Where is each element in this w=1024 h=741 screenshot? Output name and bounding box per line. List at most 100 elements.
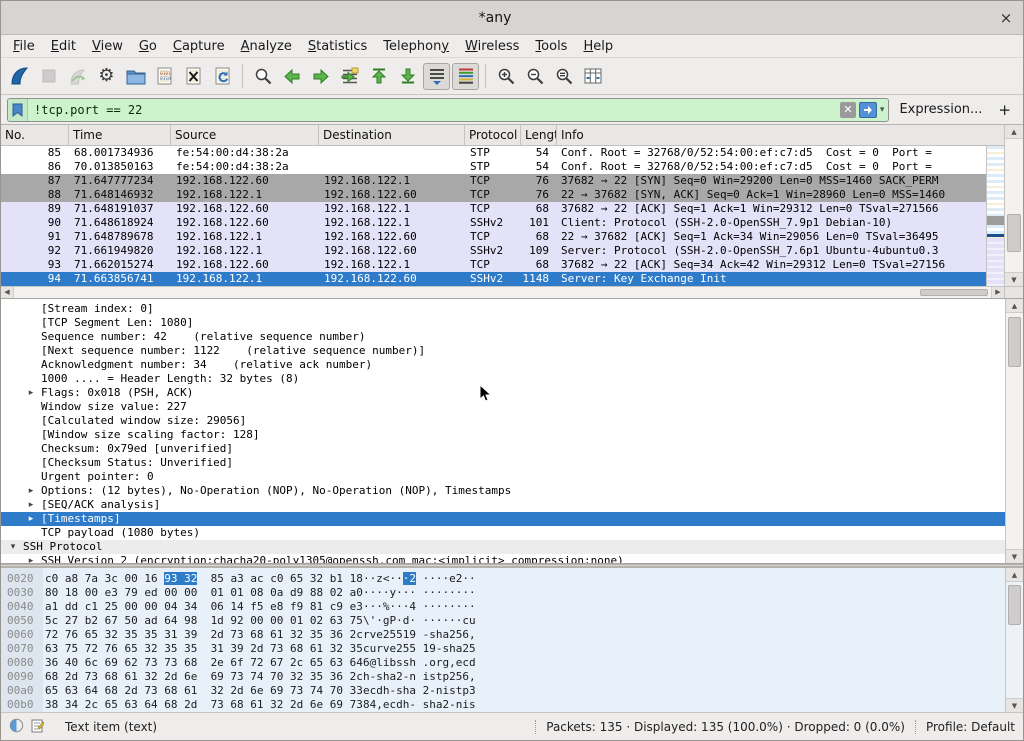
- packet-row[interactable]: 9071.648618924192.168.122.60192.168.122.…: [1, 216, 986, 230]
- collapsed-arrow-icon[interactable]: ▸: [25, 484, 37, 498]
- expanded-arrow-icon[interactable]: ▾: [7, 540, 19, 554]
- collapsed-arrow-icon[interactable]: ▸: [25, 498, 37, 512]
- packet-row[interactable]: 9171.648789678192.168.122.1192.168.122.6…: [1, 230, 986, 244]
- detail-row[interactable]: 1000 .... = Header Length: 32 bytes (8): [1, 372, 1005, 386]
- hex-row[interactable]: 00b038 34 2c 65 63 64 68 2d 73 68 61 32 …: [1, 698, 1005, 712]
- open-file-button[interactable]: [122, 63, 149, 90]
- collapsed-arrow-icon[interactable]: ▸: [25, 386, 37, 400]
- scroll-up-icon[interactable]: ▲: [1006, 299, 1023, 313]
- hex-row[interactable]: 0020c0 a8 7a 3c 00 16 93 32 85 a3 ac c0 …: [1, 572, 1005, 586]
- detail-row[interactable]: Acknowledgment number: 34 (relative ack …: [1, 358, 1005, 372]
- scroll-right-icon[interactable]: ▶: [991, 287, 1004, 298]
- scroll-down-icon[interactable]: ▼: [1006, 698, 1023, 712]
- menu-view[interactable]: View: [84, 37, 131, 56]
- hex-bytes[interactable]: 38 34 2c 65 63 64 68 2d 73 68 61 32 2d 6…: [45, 698, 363, 711]
- detail-row[interactable]: ▸[SEQ/ACK analysis]: [1, 498, 1005, 512]
- stop-capture-button[interactable]: [35, 63, 62, 90]
- packet-row[interactable]: 8670.013850163fe:54:00:d4:38:2aSTP54Conf…: [1, 160, 986, 174]
- detail-row[interactable]: ▸Options: (12 bytes), No-Operation (NOP)…: [1, 484, 1005, 498]
- column-header-destination[interactable]: Destination: [319, 125, 465, 145]
- hex-bytes[interactable]: 63 75 72 76 65 32 35 35 31 39 2d 73 68 6…: [45, 642, 363, 655]
- packet-row[interactable]: 8871.648146932192.168.122.1192.168.122.6…: [1, 188, 986, 202]
- hex-bytes-highlight[interactable]: 93 32: [164, 572, 197, 585]
- collapsed-arrow-icon[interactable]: ▸: [25, 554, 37, 564]
- detail-row[interactable]: Checksum: 0x79ed [unverified]: [1, 442, 1005, 456]
- hex-row[interactable]: 00a065 63 64 68 2d 73 68 61 32 2d 6e 69 …: [1, 684, 1005, 698]
- menu-help[interactable]: Help: [575, 37, 621, 56]
- packet-list-hscrollbar[interactable]: ◀ ▶: [1, 286, 1004, 298]
- resize-columns-button[interactable]: [579, 63, 606, 90]
- column-header-protocol[interactable]: Protocol: [465, 125, 521, 145]
- close-file-button[interactable]: [180, 63, 207, 90]
- hex-bytes[interactable]: 80 18 00 e3 79 ed 00 00 01 01 08 0a d9 8…: [45, 586, 363, 599]
- go-back-button[interactable]: [278, 63, 305, 90]
- hex-ascii[interactable]: 6@libssh .org,ecd: [363, 656, 476, 669]
- collapsed-arrow-icon[interactable]: ▸: [25, 512, 37, 526]
- filter-apply-icon[interactable]: [859, 102, 877, 118]
- expression-button[interactable]: Expression...: [889, 102, 992, 117]
- go-to-packet-button[interactable]: [336, 63, 363, 90]
- column-header-length[interactable]: Length: [521, 125, 557, 145]
- restart-capture-button[interactable]: [64, 63, 91, 90]
- hex-row[interactable]: 00505c 27 b2 67 50 ad 64 98 1d 92 00 00 …: [1, 614, 1005, 628]
- zoom-original-button[interactable]: [550, 63, 577, 90]
- zoom-in-button[interactable]: [492, 63, 519, 90]
- hex-ascii[interactable]: curve255 19-sha25: [363, 642, 476, 655]
- detail-row[interactable]: [Calculated window size: 29056]: [1, 414, 1005, 428]
- scroll-thumb[interactable]: [1008, 317, 1021, 367]
- detail-row[interactable]: ▾SSH Protocol: [1, 540, 1005, 554]
- packet-list-vscrollbar[interactable]: ▲ ▼: [1004, 125, 1023, 286]
- menu-file[interactable]: File: [5, 37, 43, 56]
- packet-row[interactable]: 8568.001734936fe:54:00:d4:38:2aSTP54Conf…: [1, 146, 986, 160]
- display-filter-input[interactable]: [28, 103, 840, 117]
- display-filter-field[interactable]: ✕ ▾: [7, 98, 889, 122]
- scroll-thumb[interactable]: [920, 289, 988, 296]
- scroll-up-icon[interactable]: ▲: [1005, 125, 1023, 139]
- colorize-button[interactable]: [452, 63, 479, 90]
- hex-row[interactable]: 006072 76 65 32 35 35 31 39 2d 73 68 61 …: [1, 628, 1005, 642]
- detail-row[interactable]: TCP payload (1080 bytes): [1, 526, 1005, 540]
- hex-vscrollbar[interactable]: ▲ ▼: [1005, 568, 1023, 712]
- hex-row[interactable]: 008036 40 6c 69 62 73 73 68 2e 6f 72 67 …: [1, 656, 1005, 670]
- detail-row[interactable]: ▸[Timestamps]: [1, 512, 1005, 526]
- hex-bytes[interactable]: 68 2d 73 68 61 32 2d 6e 69 73 74 70 32 3…: [45, 670, 363, 683]
- packet-minimap[interactable]: [986, 146, 1004, 286]
- hex-row[interactable]: 009068 2d 73 68 61 32 2d 6e 69 73 74 70 …: [1, 670, 1005, 684]
- packet-row[interactable]: 9271.661949820192.168.122.1192.168.122.6…: [1, 244, 986, 258]
- profile-label[interactable]: Profile: Default: [926, 720, 1015, 734]
- detail-row[interactable]: Urgent pointer: 0: [1, 470, 1005, 484]
- go-first-button[interactable]: [365, 63, 392, 90]
- hex-bytes[interactable]: 5c 27 b2 67 50 ad 64 98 1d 92 00 00 01 0…: [45, 614, 363, 627]
- hex-ascii[interactable]: ··z<··: [363, 572, 403, 585]
- expert-info-icon[interactable]: [9, 718, 24, 736]
- scroll-thumb[interactable]: [1008, 585, 1021, 625]
- hex-bytes[interactable]: 85 a3 ac c0 65 32 b1 18: [197, 572, 363, 585]
- column-header-no[interactable]: No.: [1, 125, 69, 145]
- save-file-button[interactable]: 01010110: [151, 63, 178, 90]
- hex-bytes[interactable]: c0 a8 7a 3c 00 16: [45, 572, 164, 585]
- column-header-source[interactable]: Source: [171, 125, 319, 145]
- detail-row[interactable]: [TCP Segment Len: 1080]: [1, 316, 1005, 330]
- reload-file-button[interactable]: [209, 63, 236, 90]
- auto-scroll-button[interactable]: [423, 63, 450, 90]
- go-forward-button[interactable]: [307, 63, 334, 90]
- hex-ascii[interactable]: ····y··· ········: [363, 586, 476, 599]
- zoom-out-button[interactable]: [521, 63, 548, 90]
- hex-ascii[interactable]: ····e2··: [416, 572, 476, 585]
- detail-row[interactable]: ▸SSH Version 2 (encryption:chacha20-poly…: [1, 554, 1005, 564]
- capture-options-button[interactable]: ⚙: [93, 63, 120, 90]
- hex-bytes[interactable]: 65 63 64 68 2d 73 68 61 32 2d 6e 69 73 7…: [45, 684, 363, 697]
- menu-capture[interactable]: Capture: [165, 37, 233, 56]
- hex-row[interactable]: 0040a1 dd c1 25 00 00 04 34 06 14 f5 e8 …: [1, 600, 1005, 614]
- packet-row[interactable]: 8971.648191037192.168.122.60192.168.122.…: [1, 202, 986, 216]
- hex-bytes[interactable]: 36 40 6c 69 62 73 73 68 2e 6f 72 67 2c 6…: [45, 656, 363, 669]
- detail-row[interactable]: Window size value: 227: [1, 400, 1005, 414]
- scroll-down-icon[interactable]: ▼: [1006, 549, 1023, 563]
- scroll-down-icon[interactable]: ▼: [1005, 272, 1023, 286]
- hex-row[interactable]: 007063 75 72 76 65 32 35 35 31 39 2d 73 …: [1, 642, 1005, 656]
- detail-row[interactable]: [Next sequence number: 1122 (relative se…: [1, 344, 1005, 358]
- scroll-up-icon[interactable]: ▲: [1006, 568, 1023, 582]
- capture-comment-icon[interactable]: [31, 718, 44, 736]
- hex-ascii[interactable]: 84,ecdh- sha2-nis: [363, 698, 476, 711]
- hex-row[interactable]: 003080 18 00 e3 79 ed 00 00 01 01 08 0a …: [1, 586, 1005, 600]
